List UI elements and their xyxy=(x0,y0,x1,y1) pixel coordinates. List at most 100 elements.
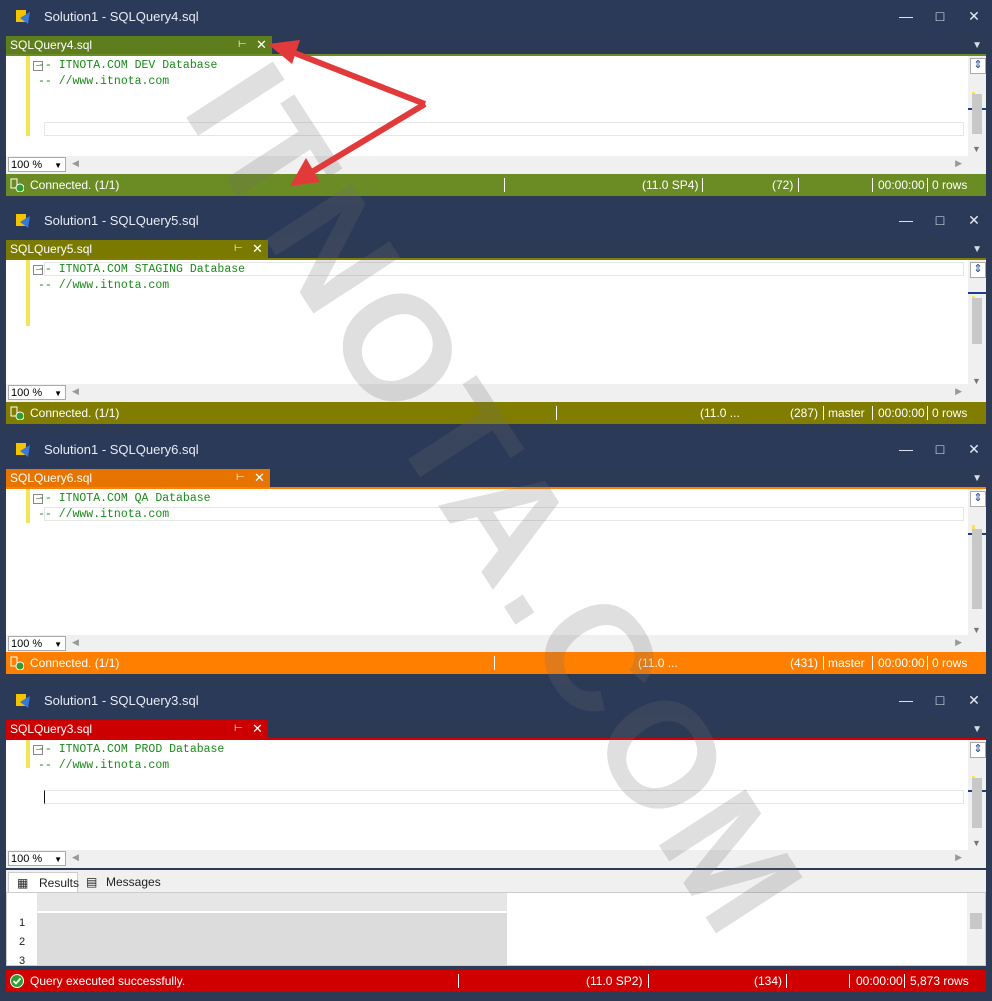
split-icon[interactable]: ⇕ xyxy=(970,491,986,507)
tab-messages[interactable]: ▤ Messages xyxy=(82,872,162,892)
chevron-down-icon: ▼ xyxy=(54,855,62,864)
results-tab-strip: ▦ Results ▤ Messages xyxy=(6,870,986,892)
tab-dropdown-icon[interactable]: ▼ xyxy=(972,473,982,484)
minimize-button[interactable]: — xyxy=(896,6,916,26)
zoom-select[interactable]: 100 % ▼ xyxy=(8,157,66,172)
separator xyxy=(904,974,905,988)
pin-icon[interactable]: ⊢ xyxy=(238,36,247,54)
close-tab-icon[interactable]: ✕ xyxy=(252,720,263,738)
row-count: 0 rows xyxy=(932,406,968,420)
document-tab-strip: SQLQuery3.sql ⊢ ✕ ▼ xyxy=(6,720,988,738)
query-editor[interactable]: − -- ITNOTA.COM STAGING Database -- //ww… xyxy=(6,258,986,388)
zoom-value: 100 % xyxy=(11,159,43,171)
change-indicator xyxy=(26,260,30,326)
close-window-button[interactable]: ✕ xyxy=(964,6,984,26)
separator xyxy=(556,406,557,420)
close-window-button[interactable]: ✕ xyxy=(964,690,984,710)
server-version: (11.0 SP2) xyxy=(586,974,643,988)
pin-icon[interactable]: ⊢ xyxy=(234,240,243,258)
close-window-button[interactable]: ✕ xyxy=(964,439,984,459)
current-line-highlight xyxy=(44,507,964,521)
query-editor[interactable]: − -- ITNOTA.COM PROD Database -- //www.i… xyxy=(6,738,986,850)
scroll-left-icon[interactable]: ◀ xyxy=(72,637,79,648)
window-title: Solution1 - SQLQuery3.sql xyxy=(44,693,199,708)
grid-scrollbar[interactable] xyxy=(967,893,985,965)
session-id: (431) xyxy=(790,656,819,670)
maximize-button[interactable]: □ xyxy=(930,690,950,710)
zoom-select[interactable]: 100 % ▼ xyxy=(8,636,66,651)
scroll-thumb[interactable] xyxy=(972,298,982,344)
scroll-right-icon[interactable]: ▶ xyxy=(955,637,962,648)
scroll-left-icon[interactable]: ◀ xyxy=(72,386,79,397)
window-title: Solution1 - SQLQuery4.sql xyxy=(44,9,199,24)
tab-sqlquery6[interactable]: SQLQuery6.sql ⊢ ✕ xyxy=(6,469,270,487)
results-grid[interactable]: 1 2 3 xyxy=(6,892,986,966)
scroll-thumb[interactable] xyxy=(972,778,982,828)
query-editor[interactable]: − -- ITNOTA.COM QA Database -- //www.itn… xyxy=(6,487,986,637)
tab-sqlquery5[interactable]: SQLQuery5.sql ⊢ ✕ xyxy=(6,240,268,258)
minimize-button[interactable]: — xyxy=(896,439,916,459)
vertical-scrollbar[interactable]: ⇕ ▼ xyxy=(968,489,986,637)
scroll-right-icon[interactable]: ▶ xyxy=(955,852,962,863)
separator xyxy=(927,178,928,192)
pin-icon[interactable]: ⊢ xyxy=(234,720,243,738)
separator xyxy=(927,656,928,670)
row-count: 5,873 rows xyxy=(910,974,969,988)
tab-dropdown-icon[interactable]: ▼ xyxy=(972,724,982,735)
minimize-button[interactable]: — xyxy=(896,210,916,230)
close-tab-icon[interactable]: ✕ xyxy=(256,36,267,54)
tab-dropdown-icon[interactable]: ▼ xyxy=(972,40,982,51)
pin-icon[interactable]: ⊢ xyxy=(236,469,245,487)
minimize-button[interactable]: — xyxy=(896,690,916,710)
vertical-scrollbar[interactable]: ⇕ ▼ xyxy=(968,56,986,156)
row-count: 0 rows xyxy=(932,178,968,192)
split-icon[interactable]: ⇕ xyxy=(970,58,986,74)
zoom-select[interactable]: 100 % ▼ xyxy=(8,385,66,400)
change-indicator xyxy=(26,740,30,768)
scroll-right-icon[interactable]: ▶ xyxy=(955,386,962,397)
connected-icon xyxy=(10,178,24,192)
separator xyxy=(504,178,505,192)
close-tab-icon[interactable]: ✕ xyxy=(252,240,263,258)
scroll-thumb[interactable] xyxy=(970,913,982,929)
zoom-value: 100 % xyxy=(11,853,43,865)
separator xyxy=(872,406,873,420)
vertical-scrollbar[interactable]: ⇕ ▼ xyxy=(968,740,986,850)
document-tab-strip: SQLQuery5.sql ⊢ ✕ ▼ xyxy=(6,240,988,258)
split-icon[interactable]: ⇕ xyxy=(970,262,986,278)
scroll-down-icon[interactable]: ▼ xyxy=(972,838,981,848)
status-text: Connected. (1/1) xyxy=(30,656,120,670)
maximize-button[interactable]: □ xyxy=(930,439,950,459)
scroll-thumb[interactable] xyxy=(972,94,982,134)
close-tab-icon[interactable]: ✕ xyxy=(254,469,265,487)
split-icon[interactable]: ⇕ xyxy=(970,742,986,758)
maximize-button[interactable]: □ xyxy=(930,210,950,230)
tab-sqlquery4[interactable]: SQLQuery4.sql ⊢ ✕ xyxy=(6,36,272,54)
scroll-left-icon[interactable]: ◀ xyxy=(72,852,79,863)
code-line-1: -- ITNOTA.COM DEV Database xyxy=(38,59,218,72)
scroll-left-icon[interactable]: ◀ xyxy=(72,158,79,169)
close-window-button[interactable]: ✕ xyxy=(964,210,984,230)
scroll-right-icon[interactable]: ▶ xyxy=(955,158,962,169)
tab-label: SQLQuery4.sql xyxy=(10,38,93,52)
tab-dropdown-icon[interactable]: ▼ xyxy=(972,244,982,255)
separator xyxy=(927,406,928,420)
current-line-highlight xyxy=(44,122,964,136)
row-number: 3 xyxy=(19,955,26,966)
zoom-bar: 100 % ▼ ◀ ▶ xyxy=(6,384,986,402)
title-bar: Solution1 - SQLQuery4.sql — □ ✕ xyxy=(0,0,992,34)
zoom-select[interactable]: 100 % ▼ xyxy=(8,851,66,866)
server-version: (11.0 ... xyxy=(700,406,740,420)
vertical-scrollbar[interactable]: ⇕ ▼ xyxy=(968,260,986,388)
grid-icon: ▦ xyxy=(17,876,29,890)
tab-results[interactable]: ▦ Results xyxy=(8,872,79,892)
tab-sqlquery3[interactable]: SQLQuery3.sql ⊢ ✕ xyxy=(6,720,268,738)
scroll-thumb[interactable] xyxy=(972,529,982,609)
query-editor[interactable]: − -- ITNOTA.COM DEV Database -- //www.it… xyxy=(6,54,986,156)
scroll-down-icon[interactable]: ▼ xyxy=(972,144,981,154)
ssms-icon xyxy=(16,443,30,457)
window-title: Solution1 - SQLQuery5.sql xyxy=(44,213,199,228)
scroll-down-icon[interactable]: ▼ xyxy=(972,625,981,635)
success-icon xyxy=(10,974,24,988)
maximize-button[interactable]: □ xyxy=(930,6,950,26)
